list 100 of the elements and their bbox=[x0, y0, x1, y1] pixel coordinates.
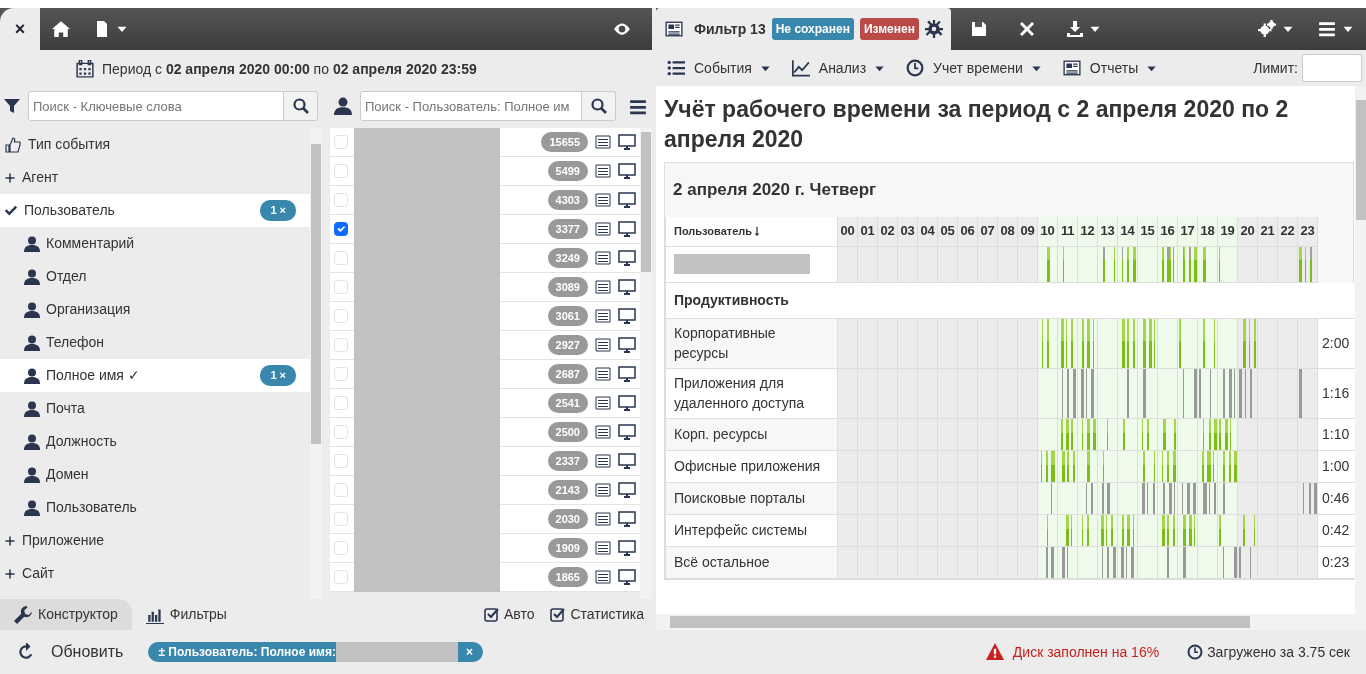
hour-header: 07 bbox=[978, 216, 998, 247]
monitor-icon[interactable] bbox=[618, 540, 636, 556]
hour-header: 15 bbox=[1138, 216, 1158, 247]
report-tab[interactable]: Фильтр 13 Не сохранен Изменен bbox=[656, 8, 951, 50]
hour-header: 16 bbox=[1158, 216, 1178, 247]
tree-item[interactable]: Комментарий bbox=[0, 227, 310, 260]
list-icon[interactable] bbox=[594, 163, 612, 179]
panel-tab[interactable]: Конструктор bbox=[0, 599, 132, 630]
list-icon[interactable] bbox=[594, 540, 612, 556]
option-checkbox[interactable]: Статистика bbox=[550, 604, 644, 625]
disk-usage-text: Диск заполнен на 16% bbox=[1012, 642, 1160, 662]
list-icon[interactable] bbox=[594, 192, 612, 208]
clock-icon bbox=[905, 59, 926, 77]
tree-label: Почта bbox=[46, 399, 85, 418]
monitor-icon[interactable] bbox=[618, 134, 636, 150]
list-icon[interactable] bbox=[594, 511, 612, 527]
panel-tab[interactable]: Фильтры bbox=[131, 599, 241, 630]
user-icon bbox=[24, 301, 40, 318]
menu-dropdown[interactable]: Анализ bbox=[780, 57, 896, 79]
menu-dropdown[interactable]: Отчеты bbox=[1051, 57, 1168, 79]
user-icon bbox=[334, 97, 352, 115]
tree-item[interactable]: Домен bbox=[0, 458, 310, 491]
user-icon bbox=[24, 499, 40, 516]
list-icon[interactable] bbox=[594, 308, 612, 324]
document-icon bbox=[94, 20, 110, 38]
list-icon[interactable] bbox=[594, 134, 612, 150]
row-label: Офисные приложения bbox=[666, 450, 838, 483]
tree-item[interactable]: Сайт bbox=[0, 557, 310, 590]
monitor-icon[interactable] bbox=[618, 511, 636, 527]
menu-dropdown[interactable]: Учет времени bbox=[895, 57, 1052, 79]
monitor-icon[interactable] bbox=[618, 395, 636, 411]
user-icon bbox=[24, 235, 40, 252]
close-tab-button[interactable]: × bbox=[0, 8, 40, 50]
monitor-icon[interactable] bbox=[618, 569, 636, 585]
limit-label: Лимит: bbox=[1253, 58, 1298, 78]
monitor-icon[interactable] bbox=[618, 453, 636, 469]
list-icon[interactable] bbox=[594, 250, 612, 266]
tree-item[interactable]: Тип события bbox=[0, 128, 310, 161]
scrollbar[interactable] bbox=[310, 128, 322, 599]
count-badge[interactable]: 1 × bbox=[260, 365, 296, 386]
tree-label: Сайт bbox=[22, 564, 55, 583]
monitor-icon[interactable] bbox=[618, 221, 636, 237]
scrollbar[interactable] bbox=[1355, 86, 1366, 630]
tree-item[interactable]: Почта bbox=[0, 392, 310, 425]
tree-item[interactable]: Телефон bbox=[0, 326, 310, 359]
tree-item[interactable]: Агент bbox=[0, 161, 310, 194]
list-icon[interactable] bbox=[594, 482, 612, 498]
download-icon bbox=[1066, 21, 1083, 37]
tree-item[interactable]: Приложение bbox=[0, 524, 310, 557]
clock-icon bbox=[1187, 644, 1204, 660]
search-field[interactable]: Поиск - Пользователь: Полное им bbox=[360, 91, 582, 121]
count-badge[interactable]: 1 × bbox=[260, 200, 296, 221]
monitor-icon[interactable] bbox=[618, 366, 636, 382]
list-icon[interactable] bbox=[594, 569, 612, 585]
search-button[interactable] bbox=[284, 91, 318, 121]
user-checkbox[interactable] bbox=[334, 222, 348, 236]
gear-icon bbox=[924, 20, 943, 38]
monitor-icon[interactable] bbox=[618, 250, 636, 266]
monitor-icon[interactable] bbox=[618, 424, 636, 440]
list-icon[interactable] bbox=[594, 279, 612, 295]
list-icon bbox=[666, 59, 686, 77]
tree-label: Домен bbox=[46, 465, 89, 484]
tree-item[interactable]: Отдел bbox=[0, 260, 310, 293]
horizontal-scrollbar[interactable] bbox=[656, 614, 1356, 630]
period-text: Период с 02 апреля 2020 00:00 по 02 апреля 2020 23:59 bbox=[102, 59, 477, 79]
filter-chip[interactable]: ± Пользователь: Полное имя: × bbox=[148, 642, 483, 662]
list-icon[interactable] bbox=[594, 395, 612, 411]
column-header[interactable]: Пользователь bbox=[666, 216, 838, 247]
list-icon[interactable] bbox=[594, 453, 612, 469]
list-icon[interactable] bbox=[594, 366, 612, 382]
refresh-button[interactable]: Обновить bbox=[16, 639, 125, 665]
monitor-icon[interactable] bbox=[618, 279, 636, 295]
hour-header: 18 bbox=[1198, 216, 1218, 247]
limit-field[interactable] bbox=[1302, 54, 1362, 82]
monitor-icon[interactable] bbox=[618, 308, 636, 324]
tree-label: Пользователь bbox=[24, 201, 115, 220]
menu-dropdown[interactable]: События bbox=[656, 57, 781, 79]
monitor-icon[interactable] bbox=[618, 337, 636, 353]
tree-item[interactable]: Полное имя ✓ 1 × bbox=[0, 359, 310, 392]
hour-header: 10 bbox=[1038, 216, 1058, 247]
tree-item[interactable]: Организация bbox=[0, 293, 310, 326]
status-badge: Изменен bbox=[859, 18, 919, 40]
monitor-icon[interactable] bbox=[618, 482, 636, 498]
list-icon[interactable] bbox=[594, 424, 612, 440]
search-field[interactable]: Поиск - Ключевые слова bbox=[28, 91, 284, 121]
list-icon[interactable] bbox=[594, 337, 612, 353]
monitor-icon[interactable] bbox=[618, 163, 636, 179]
tree-item[interactable]: Пользователь 1 × bbox=[0, 194, 310, 227]
monitor-icon[interactable] bbox=[618, 192, 636, 208]
row-label: Интерфейс системы bbox=[666, 514, 838, 547]
option-checkbox[interactable]: Авто bbox=[483, 604, 535, 625]
calendar-icon bbox=[76, 60, 94, 78]
list-icon[interactable] bbox=[594, 221, 612, 237]
search-button[interactable] bbox=[582, 91, 616, 121]
count-badge: 3249 bbox=[547, 247, 588, 269]
scrollbar[interactable] bbox=[640, 128, 652, 599]
tree-item[interactable]: Должность bbox=[0, 425, 310, 458]
count-badge: 2143 bbox=[547, 479, 588, 501]
tree-item[interactable]: Пользователь bbox=[0, 491, 310, 524]
status-badge: Не сохранен bbox=[771, 18, 854, 40]
